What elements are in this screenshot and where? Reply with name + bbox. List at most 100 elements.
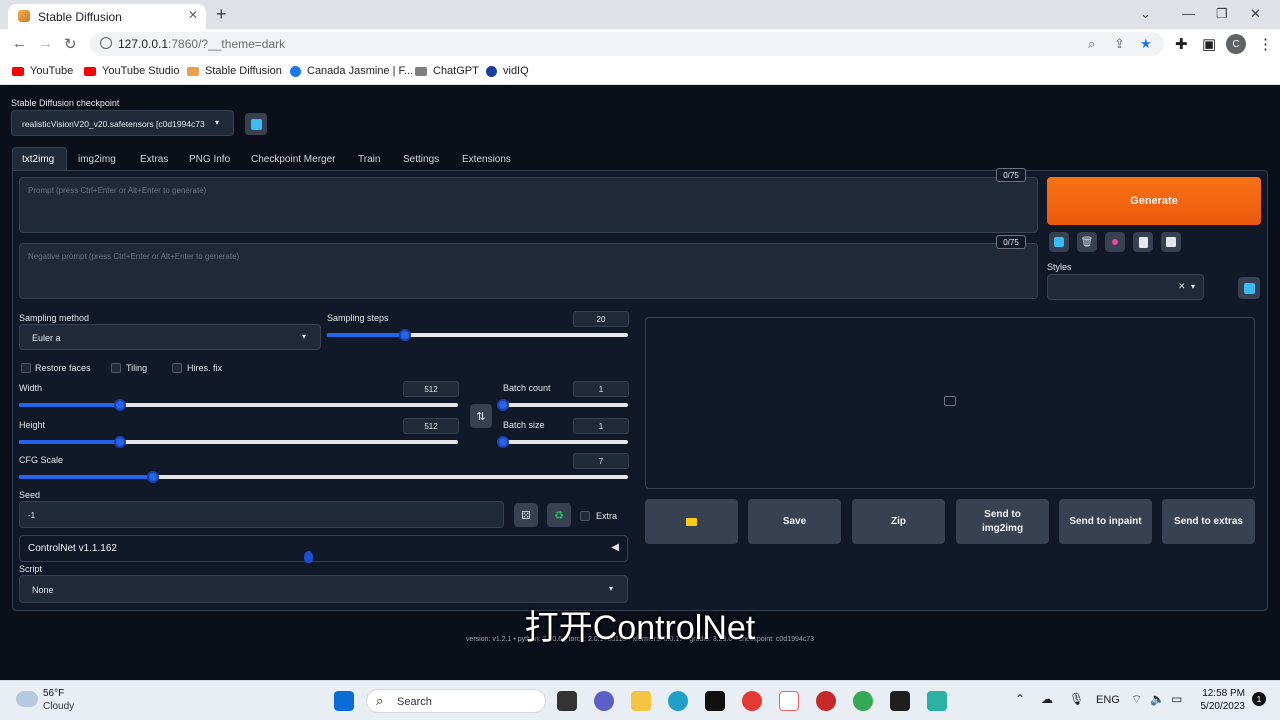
notification-badge[interactable]: 1 xyxy=(1252,692,1266,706)
notepad-icon[interactable] xyxy=(927,691,947,711)
edge-icon[interactable] xyxy=(668,691,688,711)
send-to-extras-button[interactable]: Send to extras xyxy=(1162,499,1255,544)
zip-button[interactable]: Zip xyxy=(852,499,945,544)
site-info-icon[interactable] xyxy=(100,37,112,49)
swap-dimensions-button[interactable]: ⇅ xyxy=(470,404,492,428)
battery-icon[interactable]: ▭ xyxy=(1171,692,1182,706)
refresh-checkpoint-button[interactable] xyxy=(245,113,267,135)
restore-faces-checkbox[interactable] xyxy=(21,363,31,373)
batch-count-slider[interactable] xyxy=(497,399,628,411)
collapse-arrow-icon[interactable]: ◀ xyxy=(611,542,619,553)
prompt-textarea[interactable]: Prompt (press Ctrl+Enter or Alt+Enter to… xyxy=(19,177,1038,233)
sampling-method-select[interactable]: Euler a ▾ xyxy=(19,324,321,350)
side-panel-icon[interactable]: ▣ xyxy=(1202,35,1216,53)
chevron-up-icon[interactable]: ⌃ xyxy=(1015,692,1025,706)
headphones-icon[interactable] xyxy=(816,691,836,711)
profile-avatar[interactable]: C xyxy=(1226,34,1246,54)
sampling-steps-input[interactable]: 20 xyxy=(573,311,629,327)
width-input[interactable]: 512 xyxy=(403,381,459,397)
close-tab-icon[interactable]: ✕ xyxy=(188,8,198,22)
clear-icon[interactable]: ✕ xyxy=(1178,281,1186,292)
apply-style-button[interactable] xyxy=(1133,232,1153,252)
wifi-icon[interactable]: ⌔ xyxy=(1131,692,1142,707)
new-tab-icon[interactable]: + xyxy=(216,4,227,25)
height-slider[interactable] xyxy=(19,436,458,448)
app-icon[interactable] xyxy=(779,691,799,711)
trash-button[interactable]: 🗑 xyxy=(1077,232,1097,252)
microphone-icon[interactable]: 🎙 xyxy=(1069,692,1084,706)
width-slider[interactable] xyxy=(19,399,458,411)
batch-size-slider[interactable] xyxy=(497,436,628,448)
save-style-button[interactable] xyxy=(1161,232,1181,252)
tab-settings[interactable]: Settings xyxy=(403,154,439,165)
address-bar[interactable]: 127.0.0.1:7860/?__theme=dark ⌕ ⇪ ★ xyxy=(90,32,1164,56)
controlnet-accordion[interactable]: ControlNet v1.1.162 ◀ xyxy=(19,535,628,562)
bookmark-youtube[interactable]: YouTube xyxy=(12,65,73,77)
volume-icon[interactable]: 🔈 xyxy=(1150,692,1165,706)
bookmark-chatgpt[interactable]: ChatGPT xyxy=(415,65,479,77)
hires-fix-checkbox[interactable] xyxy=(172,363,182,373)
windows-start-icon[interactable] xyxy=(334,691,354,711)
share-icon[interactable]: ⇪ xyxy=(1114,36,1125,52)
save-button[interactable]: Save xyxy=(748,499,841,544)
bookmark-youtube-studio[interactable]: YouTube Studio xyxy=(84,65,179,77)
extra-networks-button[interactable] xyxy=(1105,232,1125,252)
terminal-icon[interactable] xyxy=(890,691,910,711)
bookmark-facebook[interactable]: Canada Jasmine | F... xyxy=(290,65,413,77)
language-indicator[interactable]: ENG xyxy=(1096,694,1120,706)
chrome-active-icon[interactable] xyxy=(853,691,873,711)
tab-img2img[interactable]: img2img xyxy=(78,154,116,165)
seed-input[interactable]: -1 xyxy=(19,501,504,528)
menu-icon[interactable]: ⋮ xyxy=(1258,35,1273,53)
forward-icon[interactable]: → xyxy=(38,35,53,52)
tab-checkpoint-merger[interactable]: Checkpoint Merger xyxy=(251,154,335,165)
minimize-icon[interactable]: — xyxy=(1182,6,1195,21)
generate-button[interactable]: Generate xyxy=(1047,177,1261,225)
reuse-seed-button[interactable]: ♻ xyxy=(547,503,571,527)
send-to-inpaint-button[interactable]: Send to inpaint xyxy=(1059,499,1152,544)
read-params-button[interactable] xyxy=(1049,232,1069,252)
send-to-img2img-button[interactable]: Send to img2img xyxy=(956,499,1049,544)
reload-icon[interactable]: ↻ xyxy=(64,35,77,53)
bookmark-star-icon[interactable]: ★ xyxy=(1140,36,1152,52)
bookmark-stable-diffusion[interactable]: Stable Diffusion xyxy=(187,65,282,77)
refresh-styles-button[interactable] xyxy=(1238,277,1260,299)
close-window-icon[interactable]: ✕ xyxy=(1250,6,1261,22)
tiling-checkbox[interactable] xyxy=(111,363,121,373)
random-seed-button[interactable]: ⚄ xyxy=(514,503,538,527)
cfg-scale-input[interactable]: 7 xyxy=(573,453,629,469)
tab-extras[interactable]: Extras xyxy=(140,154,168,165)
tab-png-info[interactable]: PNG Info xyxy=(189,154,230,165)
stable-diffusion-favicon-icon xyxy=(18,10,30,22)
chevron-down-icon[interactable]: ⌄ xyxy=(1140,6,1151,22)
negative-prompt-textarea[interactable]: Negative prompt (press Ctrl+Enter or Alt… xyxy=(19,243,1038,299)
zoom-icon[interactable]: ⌕ xyxy=(1088,36,1095,52)
back-icon[interactable]: ← xyxy=(12,35,27,52)
bookmark-vidiq[interactable]: vidIQ xyxy=(486,65,529,77)
extra-seed-checkbox[interactable] xyxy=(580,511,590,521)
tab-extensions[interactable]: Extensions xyxy=(462,154,511,165)
clock-time[interactable]: 12:58 PM xyxy=(1200,688,1245,699)
teams-icon[interactable] xyxy=(594,691,614,711)
sampling-steps-slider[interactable] xyxy=(327,329,628,341)
script-select[interactable]: None ▾ xyxy=(19,575,628,603)
file-explorer-icon[interactable] xyxy=(631,691,651,711)
extensions-icon[interactable]: ✚ xyxy=(1175,35,1188,53)
capcut-icon[interactable] xyxy=(705,691,725,711)
tab-train[interactable]: Train xyxy=(358,154,380,165)
batch-size-input[interactable]: 1 xyxy=(573,418,629,434)
checkpoint-select[interactable]: realisticVisionV20_v20.safetensors [c0d1… xyxy=(11,110,234,136)
open-folder-button[interactable] xyxy=(645,499,738,544)
styles-select[interactable]: ✕ ▾ xyxy=(1047,274,1204,300)
chrome-icon[interactable] xyxy=(742,691,762,711)
maximize-icon[interactable]: ❐ xyxy=(1216,6,1228,22)
task-view-icon[interactable] xyxy=(557,691,577,711)
browser-tab[interactable]: Stable Diffusion ✕ xyxy=(8,4,206,29)
chevron-down-icon: ▾ xyxy=(608,584,613,593)
cfg-scale-slider[interactable] xyxy=(19,471,628,483)
taskbar-search[interactable]: ⌕ Search xyxy=(366,689,546,713)
clock-date[interactable]: 5/20/2023 xyxy=(1190,701,1246,712)
network-cloud-icon[interactable]: ☁ xyxy=(1041,692,1053,706)
batch-count-input[interactable]: 1 xyxy=(573,381,629,397)
height-input[interactable]: 512 xyxy=(403,418,459,434)
